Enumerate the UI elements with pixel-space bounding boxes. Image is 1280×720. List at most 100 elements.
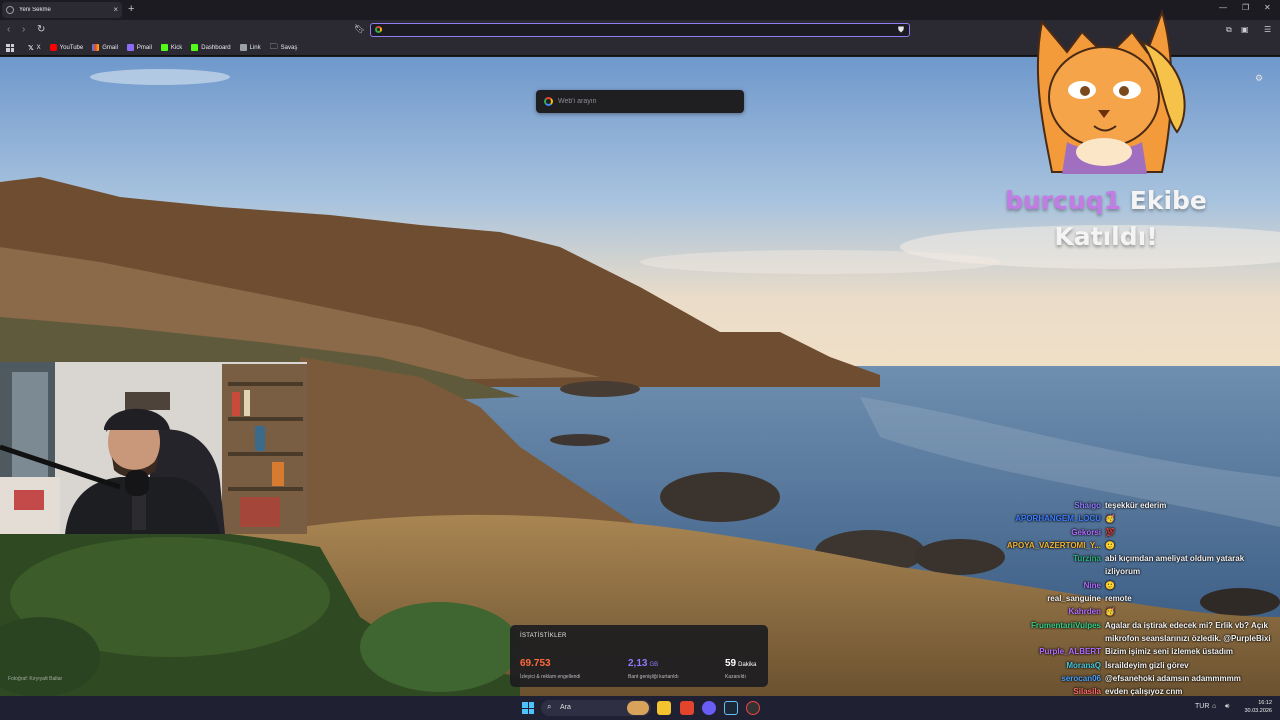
network-icon[interactable]: ⌂ — [1212, 703, 1216, 710]
restore-icon[interactable]: ❐ — [1242, 3, 1249, 12]
x-logo-icon: 𝕏 — [28, 44, 34, 52]
shield-icon[interactable]: ⛊ — [898, 25, 904, 35]
widget-news-icon[interactable] — [627, 701, 649, 715]
close-window-icon[interactable]: ✕ — [1264, 3, 1271, 12]
discord-icon[interactable] — [702, 701, 716, 715]
chat-username[interactable]: Nine — [960, 579, 1105, 592]
bookmark-x[interactable]: 𝕏X — [28, 44, 41, 52]
close-tab-icon[interactable]: × — [113, 6, 118, 14]
chat-message: APORHANGEM_LOCU 🥳 — [960, 512, 1280, 525]
chat-message: Gekorsi 💯 — [960, 526, 1280, 539]
chat-username[interactable]: MoranaQ — [960, 659, 1105, 672]
chat-text: Bizim işimiz seni izlemek üstadım — [1105, 647, 1234, 657]
stat-unit: GB — [649, 662, 659, 668]
stat-time: 59 Dakika Kazanıldı — [725, 653, 756, 680]
stat-unit: Dakika — [738, 662, 757, 668]
stat-label: Bant genişliği kurtarıldı — [628, 674, 679, 680]
web-search-input[interactable] — [558, 94, 738, 109]
brave-browser-icon[interactable] — [680, 701, 694, 715]
bookmark-link[interactable]: Link — [239, 44, 261, 51]
gmail-icon — [92, 44, 100, 51]
fox-mascot-icon — [1036, 8, 1186, 174]
bookmark-kick[interactable]: Kick — [160, 44, 182, 51]
kick-icon — [191, 44, 199, 51]
chat-overlay: Shaigo teşekkür ederim APORHANGEM_LOCU 🥳 Gek… — [960, 499, 1280, 698]
chat-message: FrumentariiVulpes Agalar da iştirak edece… — [960, 619, 1280, 646]
stat-value: 2,13 — [628, 658, 648, 669]
chat-username[interactable]: Gekorsi — [960, 526, 1105, 539]
chat-username[interactable]: real_sanguine — [960, 592, 1105, 605]
search-icon: ⌕ — [547, 702, 552, 711]
tab-favicon-icon — [6, 6, 14, 14]
stats-heading: İSTATİSTİKLER — [520, 633, 567, 639]
chat-username[interactable]: Turzina — [960, 552, 1105, 579]
chat-message: MoranaQ İsraildeyim gizli görev — [960, 659, 1280, 672]
bookmark-pmail[interactable]: Pmail — [126, 44, 152, 51]
stat-value: 59 — [725, 658, 737, 669]
bookmark-dashboard[interactable]: Dashboard — [191, 44, 231, 51]
clock-date: 30.03.2026 — [1244, 708, 1272, 714]
reader-icon[interactable]: ▣ — [1241, 25, 1249, 34]
chat-text: teşekkür ederim — [1105, 501, 1167, 510]
chat-message: Turzina abi kıçımdan ameliyat oldum yatar… — [960, 552, 1280, 579]
address-bar[interactable]: ⛊ — [370, 23, 910, 37]
youtube-icon — [49, 44, 57, 51]
stats-panel: İSTATİSTİKLER 69.753 İzleyici & reklam e… — [510, 625, 768, 687]
chat-username[interactable]: APORHANGEM_LOCU — [960, 512, 1105, 525]
reload-icon[interactable]: ↻ — [37, 24, 45, 36]
bookmark-icon[interactable]: 🔖︎ — [354, 24, 365, 35]
chat-message: real_sanguine remote — [960, 592, 1280, 605]
chat-message: APOYA_VAZERTOMI_Y... 🙂 — [960, 539, 1280, 552]
stat-blocked: 69.753 İzleyici & reklam engellendi — [520, 653, 580, 680]
web-search-box[interactable] — [536, 90, 744, 113]
proton-mail-icon — [126, 44, 134, 51]
chat-username[interactable]: FrumentariiVulpes — [960, 619, 1105, 646]
follow-alert-text: burcuq1 Ekibe Katıldı! — [975, 183, 1237, 255]
forward-icon[interactable]: › — [22, 24, 25, 36]
apps-grid-icon[interactable] — [6, 43, 14, 52]
chat-text: 💯 — [1105, 527, 1115, 537]
gear-icon[interactable]: ⚙ — [1255, 73, 1263, 84]
tab-new-tab[interactable]: Yeni Sekme × — [2, 2, 122, 18]
address-input[interactable] — [385, 24, 885, 36]
stat-label: Kazanıldı — [725, 674, 746, 680]
chat-username[interactable]: serocan06 — [960, 672, 1105, 685]
chat-message: Shaigo teşekkür ederim — [960, 499, 1280, 512]
chat-text: abi kıçımdan ameliyat oldum yatarak izli… — [1105, 554, 1245, 577]
chat-text: remote — [1105, 594, 1132, 604]
obs-icon[interactable] — [746, 701, 760, 715]
chat-username[interactable]: Purple_ALBERT — [960, 645, 1105, 658]
chat-text: 🥳 — [1105, 607, 1115, 617]
volume-icon[interactable]: 🔊︎ — [1225, 703, 1229, 711]
minimize-icon[interactable]: — — [1219, 3, 1227, 12]
taskbar-search-label: Ara — [560, 704, 571, 711]
new-tab-button[interactable]: + — [128, 3, 134, 15]
back-icon[interactable]: ‹ — [7, 24, 10, 36]
chat-message: Nine 🙂 — [960, 579, 1280, 592]
menu-icon[interactable]: ☰ — [1264, 25, 1271, 34]
chat-text: 🙂 — [1105, 540, 1115, 550]
file-explorer-icon[interactable] — [657, 701, 671, 715]
webcam-feed — [0, 362, 307, 534]
google-icon — [375, 26, 382, 33]
bookmark-youtube[interactable]: YouTube — [49, 44, 83, 51]
chat-username[interactable]: Shaigo — [960, 499, 1105, 512]
chat-message: Kahrden 🥳 — [960, 605, 1280, 618]
grid-icon — [239, 44, 247, 51]
webcam-image — [0, 362, 307, 534]
extensions-icon[interactable]: ⧉ — [1226, 25, 1232, 35]
folder-icon: 🗀 — [269, 41, 278, 51]
steam-icon[interactable] — [724, 701, 738, 715]
bookmark-gmail[interactable]: Gmail — [92, 44, 118, 51]
windows-start-icon[interactable] — [522, 702, 534, 714]
chat-text: 🥳 — [1105, 514, 1115, 524]
stat-bandwidth: 2,13 GB Bant genişliği kurtarıldı — [628, 653, 679, 680]
chat-username[interactable]: Kahrden — [960, 605, 1105, 618]
chat-username[interactable]: APOYA_VAZERTOMI_Y... — [960, 539, 1105, 552]
bookmark-folder-savas[interactable]: 🗀 Savaş — [270, 41, 298, 55]
alert-username: burcuq1 — [1005, 186, 1122, 215]
chat-text: @efsanehoki adamsın adammmmm — [1105, 673, 1241, 683]
language-indicator[interactable]: TUR — [1195, 703, 1209, 710]
clock[interactable]: 16:12 30.03.2026 — [1236, 699, 1272, 715]
chat-text: Agalar da iştirak edecek mi? Erlik vb? A… — [1105, 620, 1271, 643]
